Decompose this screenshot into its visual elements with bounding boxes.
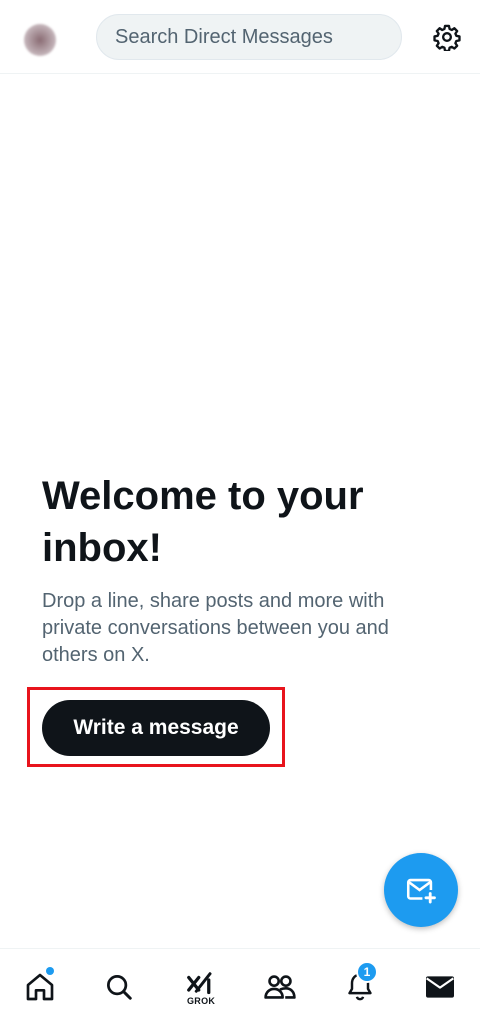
empty-state: Welcome to your inbox! Drop a line, shar… bbox=[42, 470, 442, 669]
nav-grok[interactable]: GROK bbox=[180, 965, 220, 1006]
write-message-button[interactable]: Write a message bbox=[42, 700, 270, 756]
search-input[interactable] bbox=[113, 24, 401, 50]
settings-button[interactable] bbox=[432, 22, 462, 52]
nav-home[interactable] bbox=[20, 967, 60, 1007]
top-bar bbox=[0, 0, 480, 74]
messages-screen: Welcome to your inbox! Drop a line, shar… bbox=[0, 0, 480, 1024]
profile-avatar[interactable] bbox=[24, 24, 56, 56]
home-icon bbox=[26, 973, 54, 1001]
new-message-icon bbox=[406, 878, 436, 904]
home-notification-dot bbox=[46, 967, 54, 975]
new-message-fab[interactable] bbox=[384, 853, 458, 927]
search-bar[interactable] bbox=[96, 14, 402, 60]
notifications-count-badge: 1 bbox=[356, 961, 378, 983]
nav-notifications[interactable]: 1 bbox=[340, 961, 380, 1007]
grok-icon bbox=[187, 972, 212, 995]
bottom-navigation: GROK 1 bbox=[0, 948, 480, 1024]
grok-label: GROK bbox=[187, 996, 216, 1006]
gear-icon bbox=[433, 24, 461, 51]
mail-icon bbox=[426, 976, 454, 998]
nav-communities[interactable] bbox=[260, 967, 300, 1007]
empty-state-title: Welcome to your inbox! bbox=[42, 474, 364, 570]
empty-state-description: Drop a line, share posts and more with p… bbox=[42, 590, 389, 666]
search-icon bbox=[107, 975, 132, 1000]
nav-messages[interactable] bbox=[420, 967, 460, 1007]
nav-search[interactable] bbox=[99, 967, 139, 1007]
communities-icon bbox=[264, 975, 296, 999]
